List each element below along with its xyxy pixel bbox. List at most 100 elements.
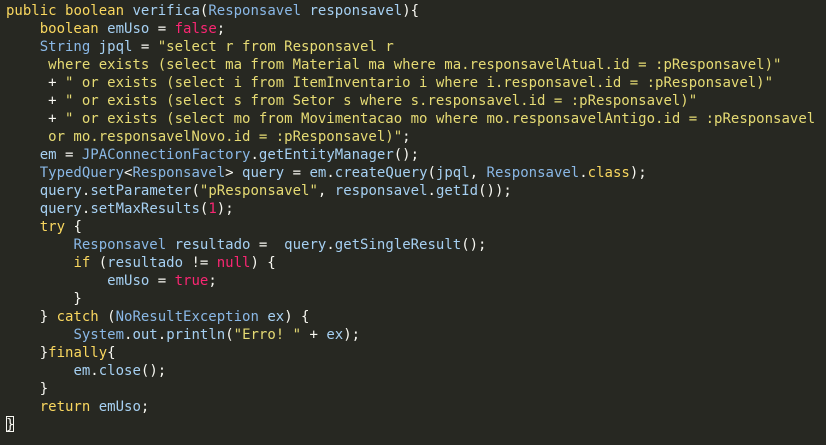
code-token: } — [6, 381, 49, 397]
code-token: return — [39, 399, 91, 415]
code-line: } — [0, 380, 826, 398]
code-token: ); — [629, 165, 647, 181]
code-token: null — [216, 255, 251, 271]
code-line: String jpql = "select r from Responsavel… — [0, 38, 826, 56]
code-token: (); — [461, 237, 487, 253]
code-token: . — [579, 165, 588, 181]
code-token: catch — [56, 309, 99, 325]
code-line: + " or exists (select mo from Movimentac… — [0, 110, 826, 128]
code-token: jpql — [435, 165, 470, 181]
code-token: resultado — [174, 237, 251, 253]
code-token: ( — [427, 165, 436, 181]
code-token: where exists (select ma from Material ma… — [6, 57, 782, 73]
code-token: > — [225, 165, 243, 181]
code-token: = — [56, 147, 82, 163]
code-token: ) { — [284, 309, 310, 325]
code-token: boolean — [39, 21, 99, 37]
code-token: " or exists (select mo from Movimentacao… — [65, 111, 816, 127]
code-token: ) — [402, 3, 411, 19]
code-token: getId — [435, 183, 479, 199]
code-line: or mo.responsavelNovo.id = :pResponsavel… — [0, 128, 826, 146]
code-token: getEntityManager — [258, 147, 394, 163]
code-token: finally — [48, 345, 108, 361]
code-token: = — [250, 237, 285, 253]
code-token: . — [157, 327, 167, 343]
code-line: em = JPAConnectionFactory.getEntityManag… — [0, 146, 826, 164]
code-token: String — [39, 39, 91, 55]
code-token: } — [6, 291, 82, 307]
code-token: ; — [402, 129, 411, 145]
code-token: = — [149, 273, 175, 289]
code-token: or mo.responsavelNovo.id = :pResponsavel… — [6, 129, 403, 145]
code-token: true — [174, 273, 209, 289]
code-token: Responsavel — [132, 165, 226, 181]
code-line: if (resultado != null) { — [0, 254, 826, 272]
code-token: em — [73, 363, 91, 379]
code-token: ( — [225, 327, 234, 343]
code-token: != — [183, 255, 217, 271]
code-token: { — [107, 345, 116, 361]
code-token: (); — [140, 363, 167, 379]
code-token: NoResultException — [115, 309, 259, 325]
code-token: ; — [216, 21, 226, 37]
code-token: query — [39, 201, 82, 217]
code-token: responsavel — [309, 3, 403, 19]
code-token: . — [427, 183, 436, 199]
code-token: JPAConnectionFactory — [81, 147, 251, 163]
code-token: " or exists (select s from Setor s where… — [65, 93, 698, 109]
code-token: , — [317, 183, 335, 199]
code-token: false — [174, 21, 217, 37]
code-token: } — [6, 309, 57, 325]
code-line: try { — [0, 218, 826, 236]
code-token: try — [39, 219, 66, 235]
code-token: class — [587, 165, 630, 181]
code-token: (); — [393, 147, 420, 163]
code-token: em — [309, 165, 327, 181]
code-token: ex — [267, 309, 285, 325]
code-editor[interactable]: public boolean verifica (Responsavel resp… — [0, 0, 826, 445]
code-token: close — [98, 363, 141, 379]
code-token: . — [90, 363, 99, 379]
code-token: println — [166, 327, 226, 343]
code-token: " or exists (select i from ItemInventari… — [65, 75, 774, 91]
code-token: Responsavel — [73, 237, 167, 253]
code-token: } — [6, 345, 49, 361]
code-token: ()); — [478, 183, 512, 199]
code-token: "Erro! " — [233, 327, 302, 343]
code-token: createQuery — [334, 165, 428, 181]
code-line: emUso = true; — [0, 272, 826, 290]
code-token: Responsavel — [486, 165, 580, 181]
code-token: resultado — [107, 255, 184, 271]
code-token: ) { — [250, 255, 276, 271]
code-line: boolean emUso = false; — [0, 20, 826, 38]
code-line: TypedQuery<Responsavel> query = em.creat… — [0, 164, 826, 182]
code-token: + — [6, 93, 66, 109]
code-token: Responsavel — [208, 3, 302, 19]
code-token: ex — [326, 327, 344, 343]
code-token: { — [65, 219, 82, 235]
code-token: + — [6, 75, 66, 91]
code-token: verifica — [132, 3, 200, 19]
code-line: }finally{ — [0, 344, 826, 362]
code-token: ; — [140, 399, 150, 415]
code-token: = — [284, 165, 310, 181]
code-token: em — [39, 147, 57, 163]
code-token: + — [301, 327, 327, 343]
code-line: where exists (select ma from Material ma… — [0, 56, 826, 74]
code-token: ); — [343, 327, 361, 343]
code-token: TypedQuery — [39, 165, 125, 181]
